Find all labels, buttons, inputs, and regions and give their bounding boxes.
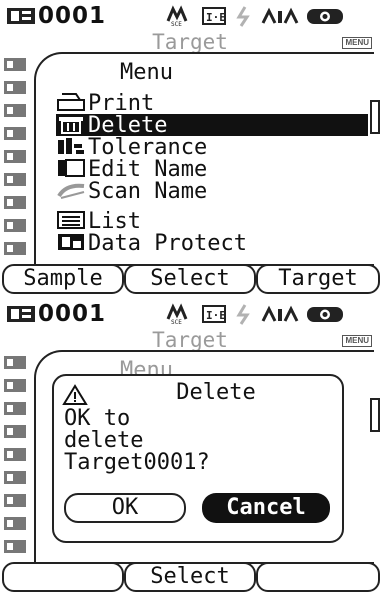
list-icon <box>57 211 85 229</box>
status-icons: SCE I·E <box>166 5 343 27</box>
target-id: 0001 <box>38 3 107 29</box>
protect-icon <box>58 234 84 250</box>
dialog-message-line: Target0001? <box>64 450 210 475</box>
printer-icon <box>57 93 85 111</box>
svg-text:SCE: SCE <box>171 21 182 27</box>
menu-screen: 0001 SCE I·E Target MENU Menu Print Dele… <box>0 0 380 294</box>
battery-icon <box>307 307 343 322</box>
softkey-select[interactable]: Select <box>124 562 256 592</box>
svg-text:SCE: SCE <box>171 319 182 325</box>
scrollbar[interactable] <box>370 398 380 432</box>
light-icon <box>236 6 250 27</box>
dialog-message-line: delete <box>64 428 144 453</box>
menu-badge: MENU <box>342 37 372 49</box>
mav-icon <box>261 7 299 24</box>
ok-button[interactable]: OK <box>64 493 186 523</box>
menu-item-list[interactable]: List <box>56 210 368 233</box>
data-list-strip <box>4 354 32 563</box>
svg-text:I·E: I·E <box>206 11 226 24</box>
svg-text:I·E: I·E <box>206 309 226 322</box>
menu-item-data-protect[interactable]: Data Protect <box>56 231 368 256</box>
scrollbar[interactable] <box>370 100 380 134</box>
illuminant-icon: I·E <box>202 305 226 323</box>
sub-header: Target MENU <box>0 328 380 352</box>
softkey-bar: Select <box>0 562 380 592</box>
softkey-sample[interactable]: Sample <box>2 264 124 294</box>
menu-item-tolerance[interactable]: Tolerance <box>56 136 368 159</box>
mav-icon <box>261 305 299 322</box>
delete-confirm-screen: 0001 SCE I·E Target MENU Menu Delete OK … <box>0 298 380 592</box>
target-id: 0001 <box>38 301 107 327</box>
target-label: Target <box>152 30 228 54</box>
softkey-bar: Sample Select Target <box>0 264 380 294</box>
data-slot-icons <box>4 356 26 553</box>
menu-item-label: Data Protect <box>88 231 247 256</box>
target-label: Target <box>152 328 228 352</box>
menu-item-label: Scan Name <box>88 179 208 204</box>
menu-item-print[interactable]: Print <box>56 92 368 115</box>
softkey-left[interactable] <box>2 562 124 592</box>
observer-icon: SCE <box>166 5 188 27</box>
sub-header: Target MENU <box>0 30 380 54</box>
menu-item-delete[interactable]: Delete <box>56 114 368 137</box>
document-icon <box>58 159 85 177</box>
status-icons: SCE I·E <box>166 303 343 325</box>
data-list-strip <box>4 56 32 265</box>
observer-icon: SCE <box>166 303 188 325</box>
softkey-right[interactable] <box>256 562 380 592</box>
softkey-select[interactable]: Select <box>124 264 256 294</box>
menu-item-edit-name[interactable]: Edit Name <box>56 158 368 181</box>
light-icon <box>236 304 250 325</box>
status-bar: 0001 SCE I·E <box>0 0 380 30</box>
scan-icon <box>57 183 85 199</box>
data-slot-icons <box>4 58 26 255</box>
cancel-button[interactable]: Cancel <box>202 493 330 523</box>
menu-item-scan-name[interactable]: Scan Name <box>56 179 368 204</box>
dialog-message-line: OK to <box>64 406 131 431</box>
menu-title: Menu <box>120 60 173 85</box>
illuminant-icon: I·E <box>202 7 226 25</box>
battery-icon <box>307 9 343 24</box>
target-data-icon <box>7 306 35 322</box>
menu-badge: MENU <box>342 335 372 347</box>
trash-icon <box>59 117 83 134</box>
dialog-title: Delete <box>176 380 256 405</box>
delete-dialog: Delete OK to delete Target0001? OK Cance… <box>52 374 344 543</box>
tolerance-icon <box>58 138 84 154</box>
status-bar: 0001 SCE I·E <box>0 298 380 328</box>
target-data-icon <box>7 8 35 24</box>
warning-icon <box>62 384 88 405</box>
softkey-target[interactable]: Target <box>256 264 380 294</box>
